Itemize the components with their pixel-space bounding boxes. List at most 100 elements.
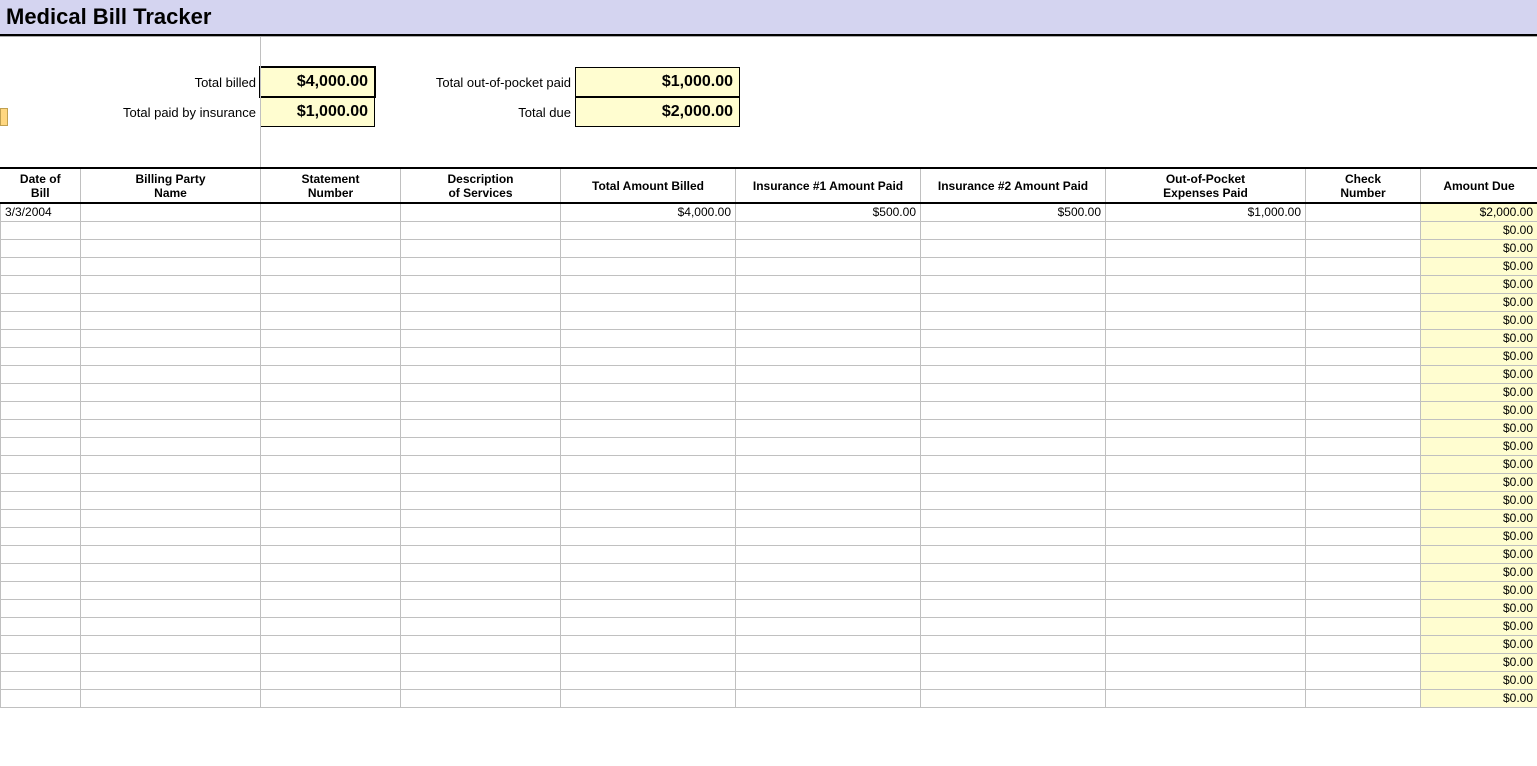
cell-party[interactable] [81,635,261,653]
cell-check[interactable] [1306,581,1421,599]
cell-ins2[interactable] [921,437,1106,455]
cell-check[interactable] [1306,527,1421,545]
cell-check[interactable] [1306,617,1421,635]
cell-due[interactable]: $0.00 [1421,257,1537,275]
cell-statement[interactable] [261,275,401,293]
cell-due[interactable]: $0.00 [1421,293,1537,311]
cell-date[interactable] [1,509,81,527]
cell-ins1[interactable] [736,257,921,275]
cell-check[interactable] [1306,275,1421,293]
cell-ins1[interactable] [736,617,921,635]
cell-date[interactable] [1,563,81,581]
cell-due[interactable]: $0.00 [1421,419,1537,437]
cell-date[interactable] [1,689,81,707]
cell-due[interactable]: $0.00 [1421,275,1537,293]
header-description[interactable]: Descriptionof Services [401,169,561,203]
cell-date[interactable] [1,383,81,401]
cell-description[interactable] [401,437,561,455]
cell-billed[interactable] [561,275,736,293]
cell-description[interactable] [401,671,561,689]
cell-oop[interactable] [1106,563,1306,581]
cell-statement[interactable] [261,473,401,491]
cell-check[interactable] [1306,635,1421,653]
cell-check[interactable] [1306,239,1421,257]
cell-date[interactable] [1,257,81,275]
cell-due[interactable]: $0.00 [1421,635,1537,653]
cell-ins1[interactable] [736,671,921,689]
cell-billed[interactable] [561,221,736,239]
cell-statement[interactable] [261,635,401,653]
cell-billed[interactable] [561,509,736,527]
cell-ins1[interactable] [736,419,921,437]
cell-ins2[interactable] [921,473,1106,491]
cell-party[interactable] [81,293,261,311]
cell-ins1[interactable] [736,689,921,707]
cell-party[interactable] [81,473,261,491]
cell-party[interactable] [81,329,261,347]
cell-ins2[interactable] [921,491,1106,509]
cell-description[interactable] [401,257,561,275]
cell-date[interactable] [1,491,81,509]
cell-check[interactable] [1306,311,1421,329]
cell-party[interactable] [81,617,261,635]
cell-date[interactable] [1,617,81,635]
cell-oop[interactable] [1106,527,1306,545]
cell-party[interactable] [81,311,261,329]
cell-description[interactable] [401,203,561,221]
cell-date[interactable] [1,221,81,239]
cell-check[interactable] [1306,437,1421,455]
cell-due[interactable]: $0.00 [1421,581,1537,599]
cell-statement[interactable] [261,689,401,707]
cell-ins1[interactable] [736,311,921,329]
cell-billed[interactable] [561,527,736,545]
cell-ins2[interactable] [921,329,1106,347]
cell-party[interactable] [81,257,261,275]
cell-description[interactable] [401,455,561,473]
cell-ins2[interactable] [921,365,1106,383]
cell-oop[interactable] [1106,671,1306,689]
cell-billed[interactable]: $4,000.00 [561,203,736,221]
cell-description[interactable] [401,509,561,527]
cell-due[interactable]: $0.00 [1421,473,1537,491]
cell-statement[interactable] [261,563,401,581]
cell-party[interactable] [81,581,261,599]
cell-oop[interactable] [1106,329,1306,347]
cell-check[interactable] [1306,401,1421,419]
cell-billed[interactable] [561,455,736,473]
cell-billed[interactable] [561,581,736,599]
cell-oop[interactable] [1106,239,1306,257]
cell-ins2[interactable] [921,257,1106,275]
cell-billed[interactable] [561,329,736,347]
cell-date[interactable] [1,401,81,419]
cell-ins1[interactable] [736,455,921,473]
cell-description[interactable] [401,581,561,599]
header-statement[interactable]: StatementNumber [261,169,401,203]
cell-party[interactable] [81,221,261,239]
cell-ins2[interactable] [921,455,1106,473]
cell-ins1[interactable] [736,293,921,311]
cell-ins2[interactable] [921,599,1106,617]
total-billed-value[interactable]: $4,000.00 [260,67,375,97]
cell-statement[interactable] [261,491,401,509]
cell-statement[interactable] [261,239,401,257]
cell-ins2[interactable] [921,635,1106,653]
cell-oop[interactable] [1106,455,1306,473]
cell-description[interactable] [401,653,561,671]
cell-description[interactable] [401,383,561,401]
cell-statement[interactable] [261,221,401,239]
cell-oop[interactable] [1106,545,1306,563]
cell-due[interactable]: $0.00 [1421,365,1537,383]
cell-party[interactable] [81,671,261,689]
cell-due[interactable]: $0.00 [1421,545,1537,563]
cell-due[interactable]: $0.00 [1421,401,1537,419]
cell-oop[interactable] [1106,221,1306,239]
cell-date[interactable] [1,671,81,689]
cell-description[interactable] [401,635,561,653]
cell-due[interactable]: $0.00 [1421,689,1537,707]
cell-ins1[interactable] [736,221,921,239]
header-oop[interactable]: Out-of-PocketExpenses Paid [1106,169,1306,203]
cell-check[interactable] [1306,563,1421,581]
cell-party[interactable] [81,653,261,671]
cell-billed[interactable] [561,437,736,455]
cell-date[interactable] [1,599,81,617]
